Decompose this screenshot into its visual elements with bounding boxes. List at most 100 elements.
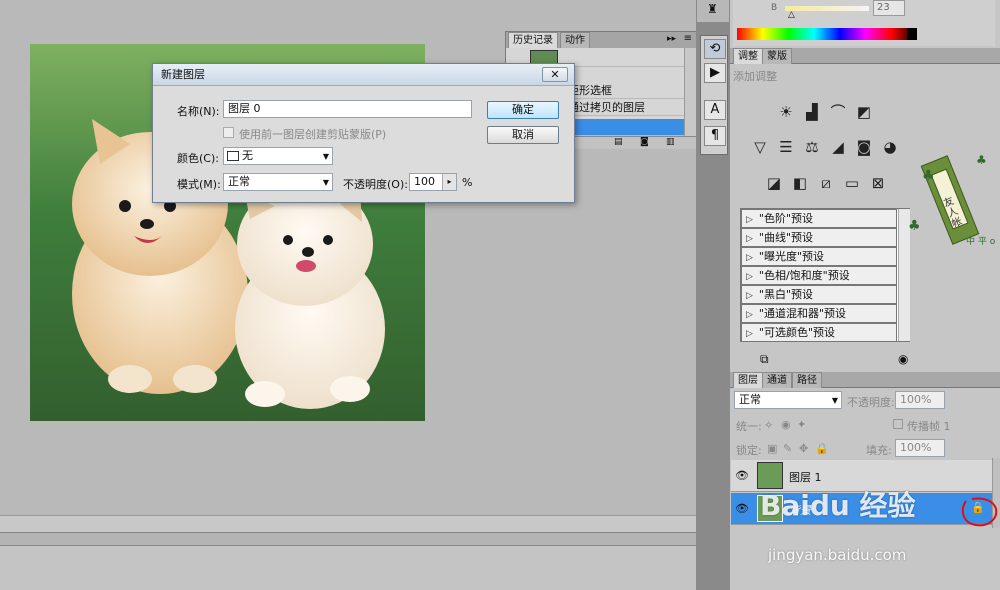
triangle-right-icon: ▷ <box>746 310 753 320</box>
preset-label: "通道混和器"预设 <box>758 307 847 320</box>
new-document-icon[interactable]: ▤ <box>614 137 623 147</box>
unify-style-icon[interactable]: ✦ <box>797 418 806 431</box>
tab-channels[interactable]: 通道 <box>762 372 792 388</box>
blend-mode-select[interactable]: 正常 ▼ <box>734 391 842 409</box>
b-value-field[interactable]: 23 <box>873 0 905 16</box>
chevron-down-icon: ▼ <box>322 152 329 161</box>
preset-label: "色相/饱和度"预设 <box>758 269 850 282</box>
slider-thumb-icon[interactable]: △ <box>788 10 795 20</box>
layer-name-input[interactable]: 图层 0 <box>223 100 472 118</box>
threshold-icon[interactable]: ⧄ <box>816 173 836 193</box>
panel-divider-bar <box>0 532 696 546</box>
unify-position-icon[interactable]: ⟡ <box>765 418 772 432</box>
camera-icon[interactable]: ◙ <box>640 137 649 147</box>
color-ramp[interactable] <box>737 28 917 40</box>
hue-saturation-icon[interactable]: ☰ <box>776 137 796 157</box>
close-button[interactable]: ✕ <box>542 67 568 82</box>
layer-name: 图层 1 <box>789 471 822 484</box>
tab-adjustments[interactable]: 调整 <box>733 48 763 64</box>
panel-menu-arrows-icon[interactable]: ▸▸ <box>667 34 676 44</box>
invert-icon[interactable]: ◪ <box>764 173 784 193</box>
curves-icon[interactable]: ⌒ <box>828 102 848 122</box>
tab-masks[interactable]: 蒙版 <box>762 48 792 64</box>
preset-curves[interactable]: ▷ "曲线"预设 <box>741 228 897 247</box>
cancel-button[interactable]: 取消 <box>487 126 559 144</box>
new-layer-dialog: 新建图层 ✕ 名称(N): 图层 0 确定 取消 使用前一图层创建剪贴蒙版(P)… <box>152 63 575 203</box>
mode-select-value: 正常 <box>228 175 250 188</box>
lock-transparency-icon[interactable]: ▣ <box>767 442 777 455</box>
character-panel-icon[interactable]: A <box>704 100 726 120</box>
color-balance-icon[interactable]: ⚖ <box>802 137 822 157</box>
mode-label: 模式(M): <box>177 178 221 191</box>
color-label: 颜色(C): <box>177 152 219 165</box>
stamp-tool-icon[interactable]: ♜ <box>707 2 718 16</box>
unify-visibility-icon[interactable]: ◉ <box>781 418 791 431</box>
history-panel-header: 历史记录 动作 ▸▸ ≡ <box>506 32 696 48</box>
preset-black-white[interactable]: ▷ "黑白"预设 <box>741 285 897 304</box>
photo-filter-icon[interactable]: ◙ <box>854 137 874 157</box>
b-slider-track[interactable] <box>785 6 869 11</box>
selective-color-icon[interactable]: ⊠ <box>868 173 888 193</box>
trash-icon[interactable]: ▥ <box>666 137 675 147</box>
lock-all-icon[interactable]: 🔒 <box>815 442 829 455</box>
triangle-right-icon: ▷ <box>746 329 753 339</box>
posterize-icon[interactable]: ◧ <box>790 173 810 193</box>
panel-menu-icon[interactable]: ≡ <box>684 33 692 44</box>
preset-selective-color[interactable]: ▷ "可选颜色"预设 <box>741 323 897 342</box>
layer-opacity-field[interactable]: 100% <box>895 391 945 409</box>
preset-channel-mixer[interactable]: ▷ "通道混和器"预设 <box>741 304 897 323</box>
timeline-area <box>0 546 696 590</box>
triangle-right-icon: ▷ <box>746 272 753 282</box>
opacity-slider-button[interactable]: ▸ <box>442 174 456 190</box>
gradient-map-icon[interactable]: ▭ <box>842 173 862 193</box>
tab-layers[interactable]: 图层 <box>733 372 763 388</box>
svg-text:♣: ♣ <box>922 168 935 184</box>
history-scrollbar[interactable] <box>684 48 696 136</box>
clip-to-layer-icon[interactable]: ◉ <box>898 352 908 366</box>
tool-top: ♜ <box>697 0 729 22</box>
paragraph-panel-icon[interactable]: ¶ <box>704 126 726 146</box>
lock-label: 锁定: <box>736 444 762 457</box>
mode-select[interactable]: 正常 ▼ <box>223 173 333 191</box>
tab-actions[interactable]: 动作 <box>560 32 590 48</box>
clipping-mask-label: 使用前一图层创建剪贴蒙版(P) <box>239 128 387 141</box>
return-to-list-icon[interactable]: ⧉ <box>760 352 769 367</box>
adjustments-header: 调整 蒙版 <box>730 48 1000 64</box>
slider-label: B <box>771 3 778 13</box>
color-select[interactable]: 无 ▼ <box>223 147 333 165</box>
vibrance-icon[interactable]: ▽ <box>750 137 770 157</box>
decorative-sticker: ♣ ♣ ♣ 友人帐 中 平 o <box>906 150 998 260</box>
clipping-mask-checkbox[interactable] <box>223 127 234 138</box>
propagate-checkbox[interactable] <box>893 419 903 429</box>
chevron-down-icon: ▼ <box>831 396 838 405</box>
tab-paths[interactable]: 路径 <box>792 372 822 388</box>
blend-mode-value: 正常 <box>739 393 761 406</box>
history-panel-icon[interactable]: ⟲ <box>704 39 726 59</box>
lock-position-icon[interactable]: ✥ <box>799 442 808 455</box>
tab-history[interactable]: 历史记录 <box>508 32 558 48</box>
actions-panel-icon[interactable]: ▶ <box>704 63 726 83</box>
ok-button[interactable]: 确定 <box>487 101 559 119</box>
black-white-icon[interactable]: ◢ <box>828 137 848 157</box>
exposure-icon[interactable]: ◩ <box>854 102 874 122</box>
watermark-logo: Baidu 经验 <box>760 489 916 522</box>
eye-icon[interactable]: 👁 <box>735 502 749 515</box>
preset-exposure[interactable]: ▷ "曝光度"预设 <box>741 247 897 266</box>
triangle-right-icon: ▷ <box>746 215 753 225</box>
propagate-label: 传播帧 1 <box>907 420 951 433</box>
brightness-icon[interactable]: ☀ <box>776 102 796 122</box>
triangle-right-icon: ▷ <box>746 291 753 301</box>
levels-icon[interactable]: ▟ <box>802 102 822 122</box>
eye-icon[interactable]: 👁 <box>735 469 749 482</box>
lock-pixels-icon[interactable]: ✎ <box>783 442 792 455</box>
preset-label: "黑白"预设 <box>758 288 814 301</box>
preset-hue-saturation[interactable]: ▷ "色相/饱和度"预设 <box>741 266 897 285</box>
black-swatch[interactable] <box>907 28 917 40</box>
color-panel: B △ 23 <box>733 0 995 46</box>
preset-label: "色阶"预设 <box>758 212 814 225</box>
watermark-url: jingyan.baidu.com <box>768 546 907 564</box>
name-label: 名称(N): <box>177 105 220 118</box>
preset-levels[interactable]: ▷ "色阶"预设 <box>741 209 897 228</box>
channel-mixer-icon[interactable]: ◕ <box>880 137 900 157</box>
fill-field[interactable]: 100% <box>895 439 945 457</box>
